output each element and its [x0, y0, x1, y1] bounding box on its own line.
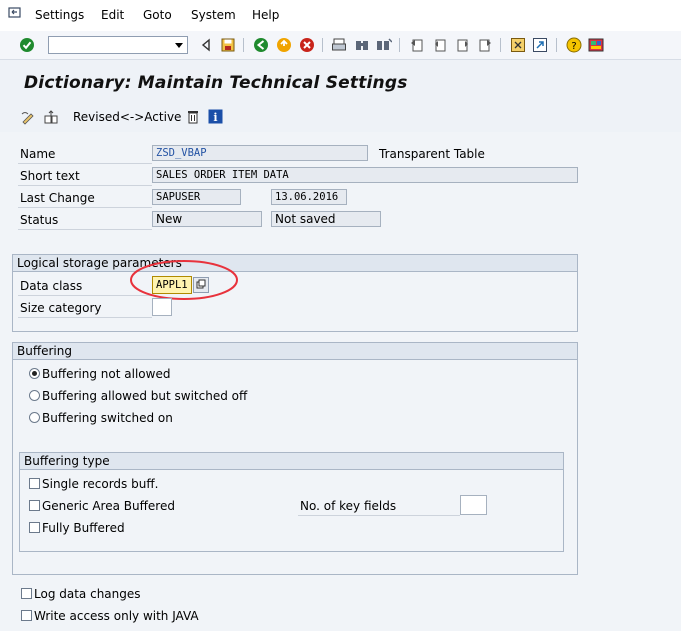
cancel-icon[interactable]: [299, 37, 315, 53]
enter-icon[interactable]: [19, 37, 35, 53]
last-page-icon[interactable]: [477, 37, 493, 53]
last-change-user-field: SAPUSER: [152, 189, 241, 205]
chevron-down-icon[interactable]: [175, 43, 183, 48]
generic-area-label: Generic Area Buffered: [42, 499, 175, 513]
back-arrow-icon[interactable]: [198, 37, 214, 53]
row-underline: [18, 163, 152, 164]
single-records-label: Single records buff.: [42, 477, 159, 491]
help-icon[interactable]: ?: [566, 37, 582, 53]
find-next-icon[interactable]: [376, 37, 392, 53]
title-bar: Dictionary: Maintain Technical Settings: [0, 60, 681, 100]
radio-buffering-not-allowed[interactable]: [29, 368, 40, 379]
display-change-icon[interactable]: [21, 109, 37, 125]
row-underline: [18, 317, 152, 318]
menu-help[interactable]: Help: [252, 8, 279, 22]
toolbar-separator: [322, 38, 323, 52]
status-label: Status: [20, 213, 59, 227]
next-page-icon[interactable]: [455, 37, 471, 53]
command-field[interactable]: [48, 36, 188, 54]
info-icon[interactable]: i: [208, 109, 223, 124]
first-page-icon[interactable]: [409, 37, 425, 53]
data-class-label: Data class: [20, 279, 83, 293]
logical-storage-group: Logical storage parameters: [12, 254, 578, 332]
buffering-not-allowed-label: Buffering not allowed: [42, 367, 171, 381]
fully-buffered-label: Fully Buffered: [42, 521, 125, 535]
checkbox-log-changes[interactable]: [21, 588, 32, 599]
layout-icon[interactable]: [588, 37, 604, 53]
short-text-label: Short text: [20, 169, 80, 183]
size-category-input[interactable]: [152, 298, 172, 316]
menu-goto[interactable]: Goto: [143, 8, 172, 22]
back-green-icon[interactable]: [253, 37, 269, 53]
short-text-field: SALES ORDER ITEM DATA: [152, 167, 578, 183]
menu-bar: Settings Edit Goto System Help: [0, 0, 681, 31]
key-fields-input[interactable]: [460, 495, 487, 515]
menu-settings[interactable]: Settings: [35, 8, 84, 22]
checkbox-java-only[interactable]: [21, 610, 32, 621]
buffering-switched-off-label: Buffering allowed but switched off: [42, 389, 248, 403]
checkbox-generic-area[interactable]: [29, 500, 40, 511]
toolbar-separator: [500, 38, 501, 52]
delete-icon[interactable]: [186, 109, 200, 125]
save-icon[interactable]: [220, 37, 236, 53]
group-header: Logical storage parameters: [13, 255, 577, 272]
last-change-date-field: 13.06.2016: [271, 189, 347, 205]
toolbar-separator: [556, 38, 557, 52]
last-change-label: Last Change: [20, 191, 95, 205]
radio-buffering-switched-on[interactable]: [29, 412, 40, 423]
save-status-field: Not saved: [271, 211, 381, 227]
group-header: Buffering: [13, 343, 577, 360]
toolbar-separator: [243, 38, 244, 52]
buffering-switched-on-label: Buffering switched on: [42, 411, 173, 425]
name-label: Name: [20, 147, 56, 161]
key-fields-label: No. of key fields: [300, 499, 397, 513]
log-changes-label: Log data changes: [34, 587, 141, 601]
page-title: Dictionary: Maintain Technical Settings: [24, 73, 408, 93]
buffering-type-title: Buffering type: [24, 454, 110, 468]
svg-text:?: ?: [571, 41, 576, 52]
buffering-title: Buffering: [17, 344, 72, 358]
find-icon[interactable]: [354, 37, 370, 53]
svg-text:i: i: [213, 111, 217, 124]
print-icon[interactable]: [331, 37, 347, 53]
table-type-text: Transparent Table: [379, 147, 485, 161]
row-underline: [18, 185, 152, 186]
row-underline: [18, 229, 152, 230]
row-underline: [298, 515, 460, 516]
system-menu-icon[interactable]: [8, 7, 22, 19]
menu-edit[interactable]: Edit: [101, 8, 124, 22]
status-field: New: [152, 211, 262, 227]
toolbar-separator: [399, 38, 400, 52]
name-field: ZSD_VBAP: [152, 145, 368, 161]
standard-toolbar: ?: [0, 31, 681, 60]
radio-buffering-switched-off[interactable]: [29, 390, 40, 401]
checkbox-single-records[interactable]: [29, 478, 40, 489]
prev-page-icon[interactable]: [432, 37, 448, 53]
application-toolbar: Revised<->Active i: [0, 100, 681, 132]
checkbox-fully-buffered[interactable]: [29, 522, 40, 533]
shortcut-icon[interactable]: [532, 37, 548, 53]
group-header: Buffering type: [20, 453, 563, 470]
highlight-ellipse: [130, 260, 238, 300]
java-only-label: Write access only with JAVA: [34, 609, 199, 623]
revised-active-button[interactable]: Revised<->Active: [73, 110, 181, 124]
create-session-icon[interactable]: [510, 37, 526, 53]
exit-icon[interactable]: [276, 37, 292, 53]
size-category-label: Size category: [20, 301, 102, 315]
other-object-icon[interactable]: [43, 109, 59, 125]
row-underline: [18, 207, 152, 208]
menu-system[interactable]: System: [191, 8, 236, 22]
